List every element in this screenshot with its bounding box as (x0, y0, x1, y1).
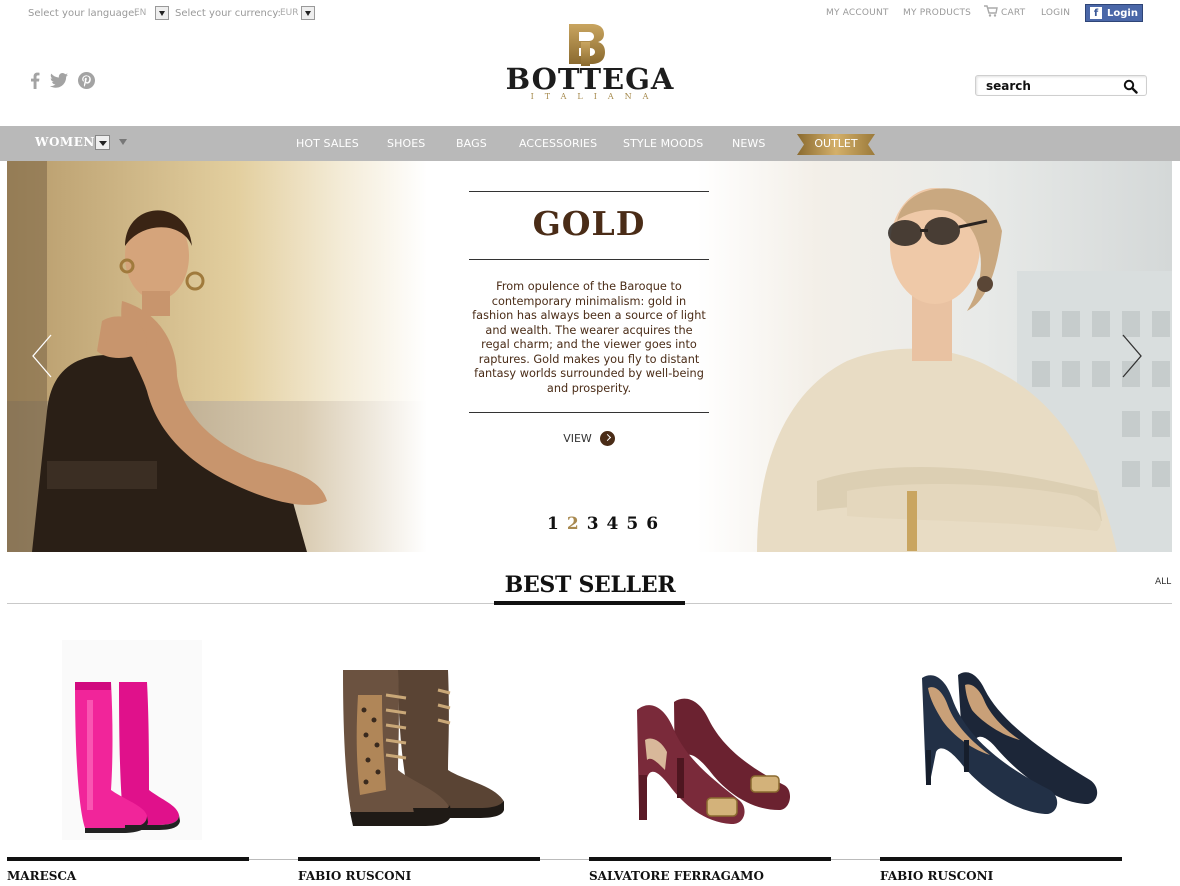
currency-select[interactable]: EUR (280, 6, 315, 20)
product-card[interactable]: FABIO RUSCONI (298, 640, 540, 886)
product-brand[interactable]: FABIO RUSCONI (298, 869, 411, 883)
divider (469, 259, 709, 260)
cart-link[interactable]: CART (1001, 8, 1025, 18)
best-seller-title: BEST SELLER (504, 572, 676, 598)
currency-label: Select your currency: (175, 8, 281, 19)
facebook-icon: f (1090, 7, 1103, 19)
slide-page-3[interactable]: 3 (587, 514, 599, 534)
product-separator (249, 859, 298, 860)
facebook-login-button[interactable]: f Login (1085, 4, 1143, 22)
twitter-icon[interactable] (50, 73, 68, 88)
logo-wordmark: BOTTEGA (505, 62, 675, 96)
main-nav: WOMEN HOT SALES SHOES BAGS ACCESSORIES S… (0, 126, 1180, 161)
slide-page-1[interactable]: 1 (547, 514, 559, 534)
product-card[interactable]: MARESCA (7, 640, 249, 886)
product-divider (589, 857, 831, 861)
product-card[interactable]: SALVATORE FERRAGAMO (589, 640, 831, 886)
chevron-right-circle-icon (599, 431, 615, 446)
language-value: EN (134, 8, 147, 18)
nav-item-shoes[interactable]: SHOES (387, 137, 425, 150)
cart-icon[interactable] (984, 5, 998, 17)
nav-item-hot-sales[interactable]: HOT SALES (296, 137, 359, 150)
product-divider (880, 857, 1122, 861)
nav-item-news[interactable]: NEWS (732, 137, 765, 150)
nav-item-outlet[interactable]: OUTLET (797, 134, 875, 155)
view-all-link[interactable]: ALL (1155, 577, 1171, 587)
currency-value: EUR (280, 8, 299, 18)
login-link[interactable]: LOGIN (1041, 8, 1070, 18)
slide-page-6[interactable]: 6 (646, 514, 658, 534)
view-label: VIEW (563, 432, 592, 445)
product-card[interactable]: FABIO RUSCONI (880, 640, 1122, 886)
search-icon[interactable] (1123, 79, 1138, 94)
search-box (975, 75, 1147, 96)
product-image-pink-rain-boots[interactable] (7, 640, 249, 850)
nav-item-style-moods[interactable]: STYLE MOODS (623, 137, 703, 150)
chevron-left-icon[interactable] (31, 333, 53, 379)
section-select-button[interactable] (95, 135, 110, 150)
slide-page-2[interactable]: 2 (567, 514, 579, 534)
hero-right-photo (697, 161, 1172, 552)
nav-item-bags[interactable]: BAGS (456, 137, 487, 150)
outlet-label: OUTLET (814, 137, 858, 150)
hero-description: From opulence of the Baroque to contempo… (472, 280, 706, 395)
product-brand[interactable]: MARESCA (7, 869, 76, 883)
hero-left-photo (7, 161, 427, 552)
logo-monogram (569, 24, 605, 66)
facebook-login-label: Login (1107, 7, 1138, 19)
slide-page-5[interactable]: 5 (626, 514, 638, 534)
product-image-burgundy-buckle-pumps[interactable] (589, 640, 831, 850)
product-image-navy-suede-pumps[interactable] (880, 640, 1122, 850)
divider (469, 412, 709, 413)
hero-caption: GOLD From opulence of the Baroque to con… (469, 191, 709, 446)
search-input[interactable] (986, 78, 1116, 94)
product-separator (540, 859, 589, 860)
language-label: Select your language: (28, 8, 138, 19)
section-selector-label[interactable]: WOMEN (35, 135, 95, 149)
chevron-down-icon[interactable] (119, 139, 127, 145)
product-divider (7, 857, 249, 861)
pinterest-icon[interactable] (78, 72, 95, 89)
my-products-link[interactable]: MY PRODUCTS (903, 8, 971, 18)
hero-view-button[interactable]: VIEW (563, 431, 615, 446)
product-divider (298, 857, 540, 861)
slide-page-4[interactable]: 4 (607, 514, 619, 534)
product-brand[interactable]: FABIO RUSCONI (880, 869, 993, 883)
product-brand[interactable]: SALVATORE FERRAGAMO (589, 869, 764, 883)
divider (469, 191, 709, 192)
nav-item-accessories[interactable]: ACCESSORIES (519, 137, 597, 150)
social-links (30, 72, 95, 89)
hero-slider: GOLD From opulence of the Baroque to con… (7, 161, 1172, 552)
product-separator (831, 859, 880, 860)
slide-pagination: 1 2 3 4 5 6 (547, 514, 658, 534)
language-select[interactable]: EN (134, 6, 169, 20)
my-account-link[interactable]: MY ACCOUNT (826, 8, 889, 18)
chevron-right-icon[interactable] (1121, 333, 1143, 379)
product-image-leopard-lace-up-wedge-boots[interactable] (298, 640, 540, 850)
facebook-icon[interactable] (30, 72, 40, 89)
title-underline (494, 601, 685, 605)
logo-subtitle: ITALIANA (530, 92, 660, 101)
site-logo[interactable]: BOTTEGA ITALIANA (500, 22, 680, 104)
chevron-down-icon (155, 6, 169, 20)
hero-title: GOLD (532, 204, 646, 243)
chevron-down-icon (301, 6, 315, 20)
